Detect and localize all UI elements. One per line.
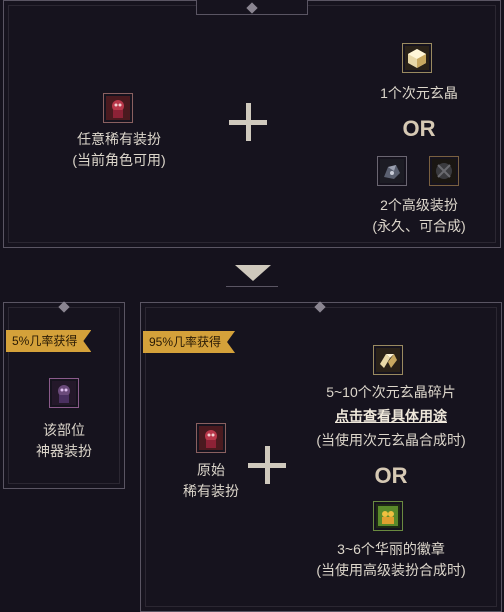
result-label-line2: 神器装扮 (36, 443, 92, 459)
advanced-costume-icon[interactable] (377, 156, 407, 186)
down-arrow-icon (235, 265, 271, 281)
option2-label: 3~6个华丽的徽章 (337, 541, 445, 557)
plus-icon (248, 446, 286, 484)
option2-label-line2: (永久、可合成) (372, 218, 466, 234)
panel-diamond (58, 301, 70, 313)
input-label-line2: 稀有装扮 (183, 483, 239, 499)
left-result-panel: 5%几率获得 该部位 神器装扮 (3, 301, 125, 489)
option2-note: (当使用高级装扮合成时) (316, 562, 466, 578)
advanced-costume-icon[interactable] (429, 156, 459, 186)
crystal-fragment-icon[interactable] (373, 345, 403, 375)
option1-note: (当使用次元玄晶合成时) (316, 432, 466, 448)
gorgeous-badge-icon[interactable] (373, 501, 403, 531)
result-label-line1: 该部位 (43, 422, 85, 438)
right-result-panel: 95%几率获得 原始 稀有装扮 5~10个次元玄晶碎片 点击查看具体用途 (当使… (140, 301, 502, 612)
dimension-crystal-icon[interactable] (402, 43, 432, 73)
usage-details-link[interactable]: 点击查看具体用途 (291, 407, 491, 426)
option1-label: 5~10个次元玄晶碎片 (326, 384, 456, 400)
or-separator: OR (374, 463, 408, 488)
rare-costume-icon[interactable] (196, 423, 226, 453)
plus-icon (229, 103, 267, 141)
artifact-costume-icon[interactable] (49, 378, 79, 408)
probability-badge: 95%几率获得 (143, 331, 235, 353)
rare-costume-icon[interactable] (103, 93, 133, 123)
probability-badge: 5%几率获得 (6, 330, 91, 352)
panel-diamond (314, 301, 326, 313)
option2-label-line1: 2个高级装扮 (380, 197, 458, 213)
option1-label: 1个次元玄晶 (380, 85, 458, 101)
or-separator: OR (402, 116, 436, 141)
input-label-line1: 任意稀有装扮 (77, 131, 161, 147)
input-label-line1: 原始 (197, 462, 225, 478)
top-recipe-panel: 任意稀有装扮 (当前角色可用) 1个次元玄晶 OR 2个高级装扮 (永久、可合成… (3, 0, 501, 248)
input-label-line2: (当前角色可用) (72, 152, 166, 168)
